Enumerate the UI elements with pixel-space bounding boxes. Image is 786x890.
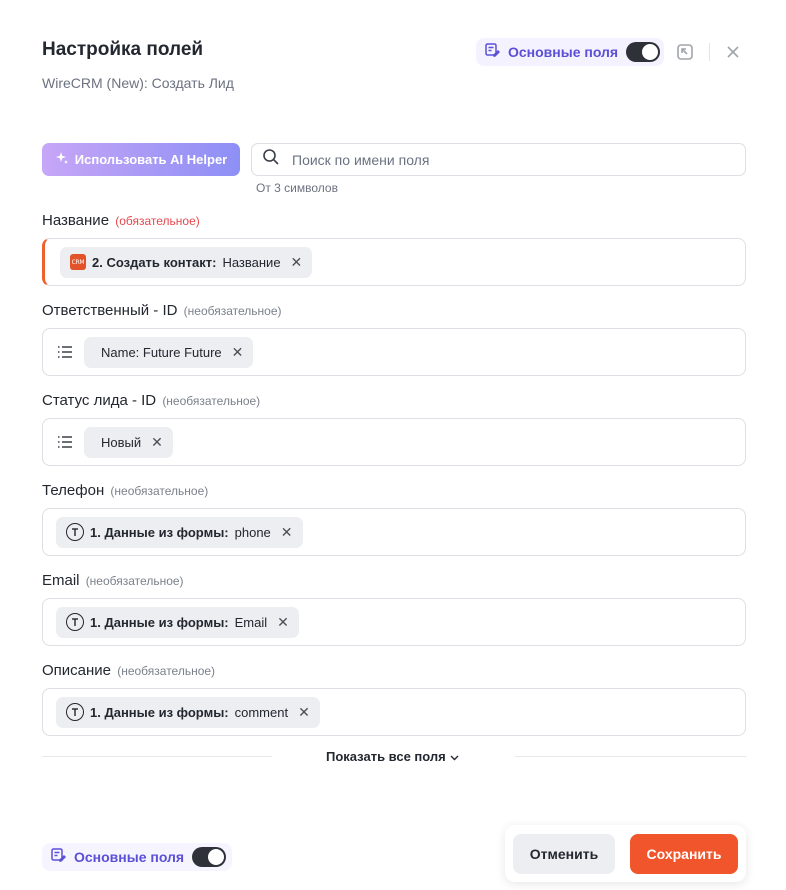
optional-tag: (необязательное) <box>162 394 261 408</box>
list-icon[interactable] <box>56 433 74 451</box>
chip-source: 1. Данные из формы: <box>90 614 229 630</box>
search-box[interactable] <box>251 143 746 176</box>
remove-chip-icon[interactable]: ✕ <box>298 704 310 721</box>
main-fields-switch[interactable] <box>192 847 227 867</box>
chip-value: phone <box>234 524 271 540</box>
remove-chip-icon[interactable]: ✕ <box>232 344 244 361</box>
main-fields-toggle-label: Основные поля <box>74 849 185 865</box>
remove-chip-icon[interactable]: ✕ <box>151 434 163 451</box>
header-divider <box>709 43 710 61</box>
optional-tag: (необязательное) <box>183 304 282 318</box>
crm-app-icon: CRM <box>70 254 86 270</box>
remove-chip-icon[interactable]: ✕ <box>291 254 303 271</box>
close-icon[interactable] <box>723 42 743 62</box>
form-source-icon <box>66 523 84 541</box>
chip-value: Name: Future Future <box>101 344 222 360</box>
show-all-label: Показать все поля <box>326 749 446 764</box>
main-fields-toggle-header[interactable]: Основные поля <box>476 38 665 66</box>
field-input-status[interactable]: Новый ✕ <box>42 418 746 466</box>
field-input-responsible[interactable]: Name: Future Future ✕ <box>42 328 746 376</box>
form-edit-icon <box>484 42 501 63</box>
chip-source: 1. Данные из формы: <box>90 524 229 540</box>
field-input-email[interactable]: 1. Данные из формы: Email ✕ <box>42 598 746 646</box>
ai-helper-label: Использовать AI Helper <box>74 152 228 167</box>
page-title: Настройка полей <box>42 39 204 60</box>
field-label-text: Ответственный - ID <box>42 302 178 319</box>
divider-right <box>515 756 746 757</box>
field-input-phone[interactable]: 1. Данные из формы: phone ✕ <box>42 508 746 556</box>
chevron-down-icon <box>450 749 459 764</box>
search-icon <box>262 148 280 171</box>
main-fields-switch[interactable] <box>626 42 661 62</box>
save-button[interactable]: Сохранить <box>630 834 738 874</box>
field-label-text: Описание <box>42 662 112 679</box>
page-subtitle: WireCRM (New): Создать Лид <box>42 75 234 91</box>
cancel-button[interactable]: Отменить <box>513 834 615 874</box>
main-fields-toggle-label: Основные поля <box>508 44 619 60</box>
optional-tag: (необязательное) <box>85 574 184 588</box>
chip-value: Email <box>234 614 268 630</box>
chip-source: 1. Данные из формы: <box>90 704 229 720</box>
list-icon[interactable] <box>56 343 74 361</box>
field-label-phone: Телефон (необязательное) <box>42 482 208 499</box>
ai-helper-button[interactable]: Использовать AI Helper <box>42 143 240 176</box>
field-input-description[interactable]: 1. Данные из формы: comment ✕ <box>42 688 746 736</box>
field-label-status: Статус лида - ID (необязательное) <box>42 392 260 409</box>
form-source-icon <box>66 613 84 631</box>
field-input-name[interactable]: CRM 2. Создать контакт: Название ✕ <box>42 238 746 286</box>
field-label-description: Описание (необязательное) <box>42 662 215 679</box>
field-chip[interactable]: 1. Данные из формы: comment ✕ <box>56 696 320 728</box>
field-label-text: Email <box>42 572 80 589</box>
remove-chip-icon[interactable]: ✕ <box>277 614 289 631</box>
field-label-text: Название <box>42 212 110 229</box>
field-chip[interactable]: 1. Данные из формы: phone ✕ <box>56 516 303 548</box>
form-edit-icon <box>50 847 67 868</box>
field-chip[interactable]: 1. Данные из формы: Email ✕ <box>56 606 299 638</box>
divider-left <box>42 756 272 757</box>
search-hint: От 3 символов <box>256 181 338 195</box>
chip-value: comment <box>234 704 289 720</box>
form-source-icon <box>66 703 84 721</box>
main-fields-toggle-footer[interactable]: Основные поля <box>42 843 233 871</box>
remove-chip-icon[interactable]: ✕ <box>281 524 293 541</box>
field-label-responsible: Ответственный - ID (необязательное) <box>42 302 282 319</box>
collapse-icon[interactable] <box>675 42 695 62</box>
search-input[interactable] <box>292 151 692 168</box>
chip-source: 2. Создать контакт: <box>92 254 217 270</box>
field-label-name: Название (обязательное) <box>42 212 200 229</box>
optional-tag: (необязательное) <box>117 664 216 678</box>
show-all-fields-link[interactable]: Показать все поля <box>326 749 459 764</box>
field-label-text: Телефон <box>42 482 105 499</box>
sparkles-icon <box>55 151 69 168</box>
field-chip[interactable]: Новый ✕ <box>84 426 173 458</box>
field-label-email: Email (необязательное) <box>42 572 184 589</box>
chip-value: Новый <box>101 434 142 450</box>
field-chip[interactable]: Name: Future Future ✕ <box>84 336 254 368</box>
chip-value: Название <box>222 254 281 270</box>
field-chip[interactable]: CRM 2. Создать контакт: Название ✕ <box>60 246 313 278</box>
optional-tag: (необязательное) <box>110 484 209 498</box>
required-tag: (обязательное) <box>115 214 200 228</box>
field-label-text: Статус лида - ID <box>42 392 157 409</box>
